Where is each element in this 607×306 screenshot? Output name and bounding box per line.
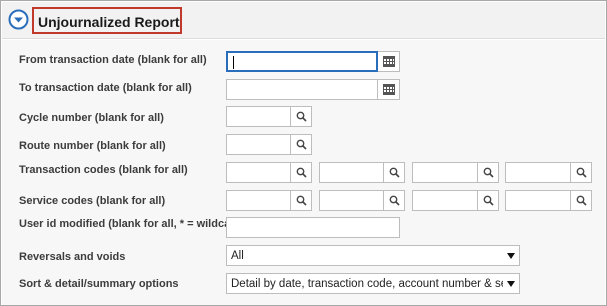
sort-options-select[interactable]: Detail by date, transaction code, accoun… [226,273,520,294]
calendar-icon [382,56,395,67]
transaction-code-input-3[interactable] [412,162,478,183]
transaction-code-input-2[interactable] [319,162,384,183]
service-code-search-button-2[interactable] [384,190,405,211]
search-icon [576,195,587,206]
from-date-label: From transaction date (blank for all) [19,54,207,66]
cycle-number-label: Cycle number (blank for all) [19,112,164,124]
reversals-selected-value: All [231,249,244,262]
route-number-label: Route number (blank for all) [19,140,166,152]
reversals-select[interactable]: All [226,245,520,266]
user-id-input[interactable] [226,217,400,238]
sort-options-selected-value: Detail by date, transaction code, accoun… [231,277,515,290]
route-number-search-button[interactable] [291,134,312,155]
transaction-code-input-4[interactable] [505,162,571,183]
transaction-code-input-1[interactable] [226,162,291,183]
cycle-number-input[interactable] [226,106,291,127]
transaction-code-search-button-1[interactable] [291,162,312,183]
search-icon [483,195,494,206]
title-highlight: Unjournalized Report [32,7,182,34]
service-code-input-2[interactable] [319,190,384,211]
transaction-code-search-button-2[interactable] [384,162,405,183]
search-icon [296,139,307,150]
sort-options-label: Sort & detail/summary options [19,278,179,290]
service-code-input-4[interactable] [505,190,571,211]
panel-header: Unjournalized Report [2,2,605,39]
service-code-search-button-4[interactable] [571,190,592,211]
transaction-code-search-button-3[interactable] [478,162,499,183]
reversals-label: Reversals and voids [19,251,126,263]
caret-down-icon [503,274,519,293]
report-panel: Unjournalized Report From transaction da… [0,0,607,306]
to-date-label: To transaction date (blank for all) [19,82,192,94]
route-number-input[interactable] [226,134,291,155]
service-code-input-1[interactable] [226,190,291,211]
service-code-search-button-3[interactable] [478,190,499,211]
from-date-calendar-button[interactable] [378,51,400,72]
search-icon [389,195,400,206]
text-caret [233,56,234,69]
search-icon [296,111,307,122]
circle-chevron-down-icon[interactable] [8,9,29,30]
service-codes-label: Service codes (blank for all) [19,195,166,207]
calendar-icon [382,84,395,95]
search-icon [296,195,307,206]
transaction-code-search-button-4[interactable] [571,162,592,183]
search-icon [483,167,494,178]
cycle-number-search-button[interactable] [291,106,312,127]
caret-down-icon [503,246,519,265]
page-title: Unjournalized Report [38,14,180,30]
to-date-calendar-button[interactable] [378,79,400,100]
service-code-search-button-1[interactable] [291,190,312,211]
form-body: From transaction date (blank for all) To… [2,40,605,305]
transaction-codes-label: Transaction codes (blank for all) [19,164,188,176]
search-icon [296,167,307,178]
search-icon [576,167,587,178]
from-date-input[interactable] [226,51,378,72]
user-id-label: User id modified (blank for all, * = wil… [19,218,245,230]
search-icon [389,167,400,178]
service-code-input-3[interactable] [412,190,478,211]
to-date-input[interactable] [226,79,378,100]
